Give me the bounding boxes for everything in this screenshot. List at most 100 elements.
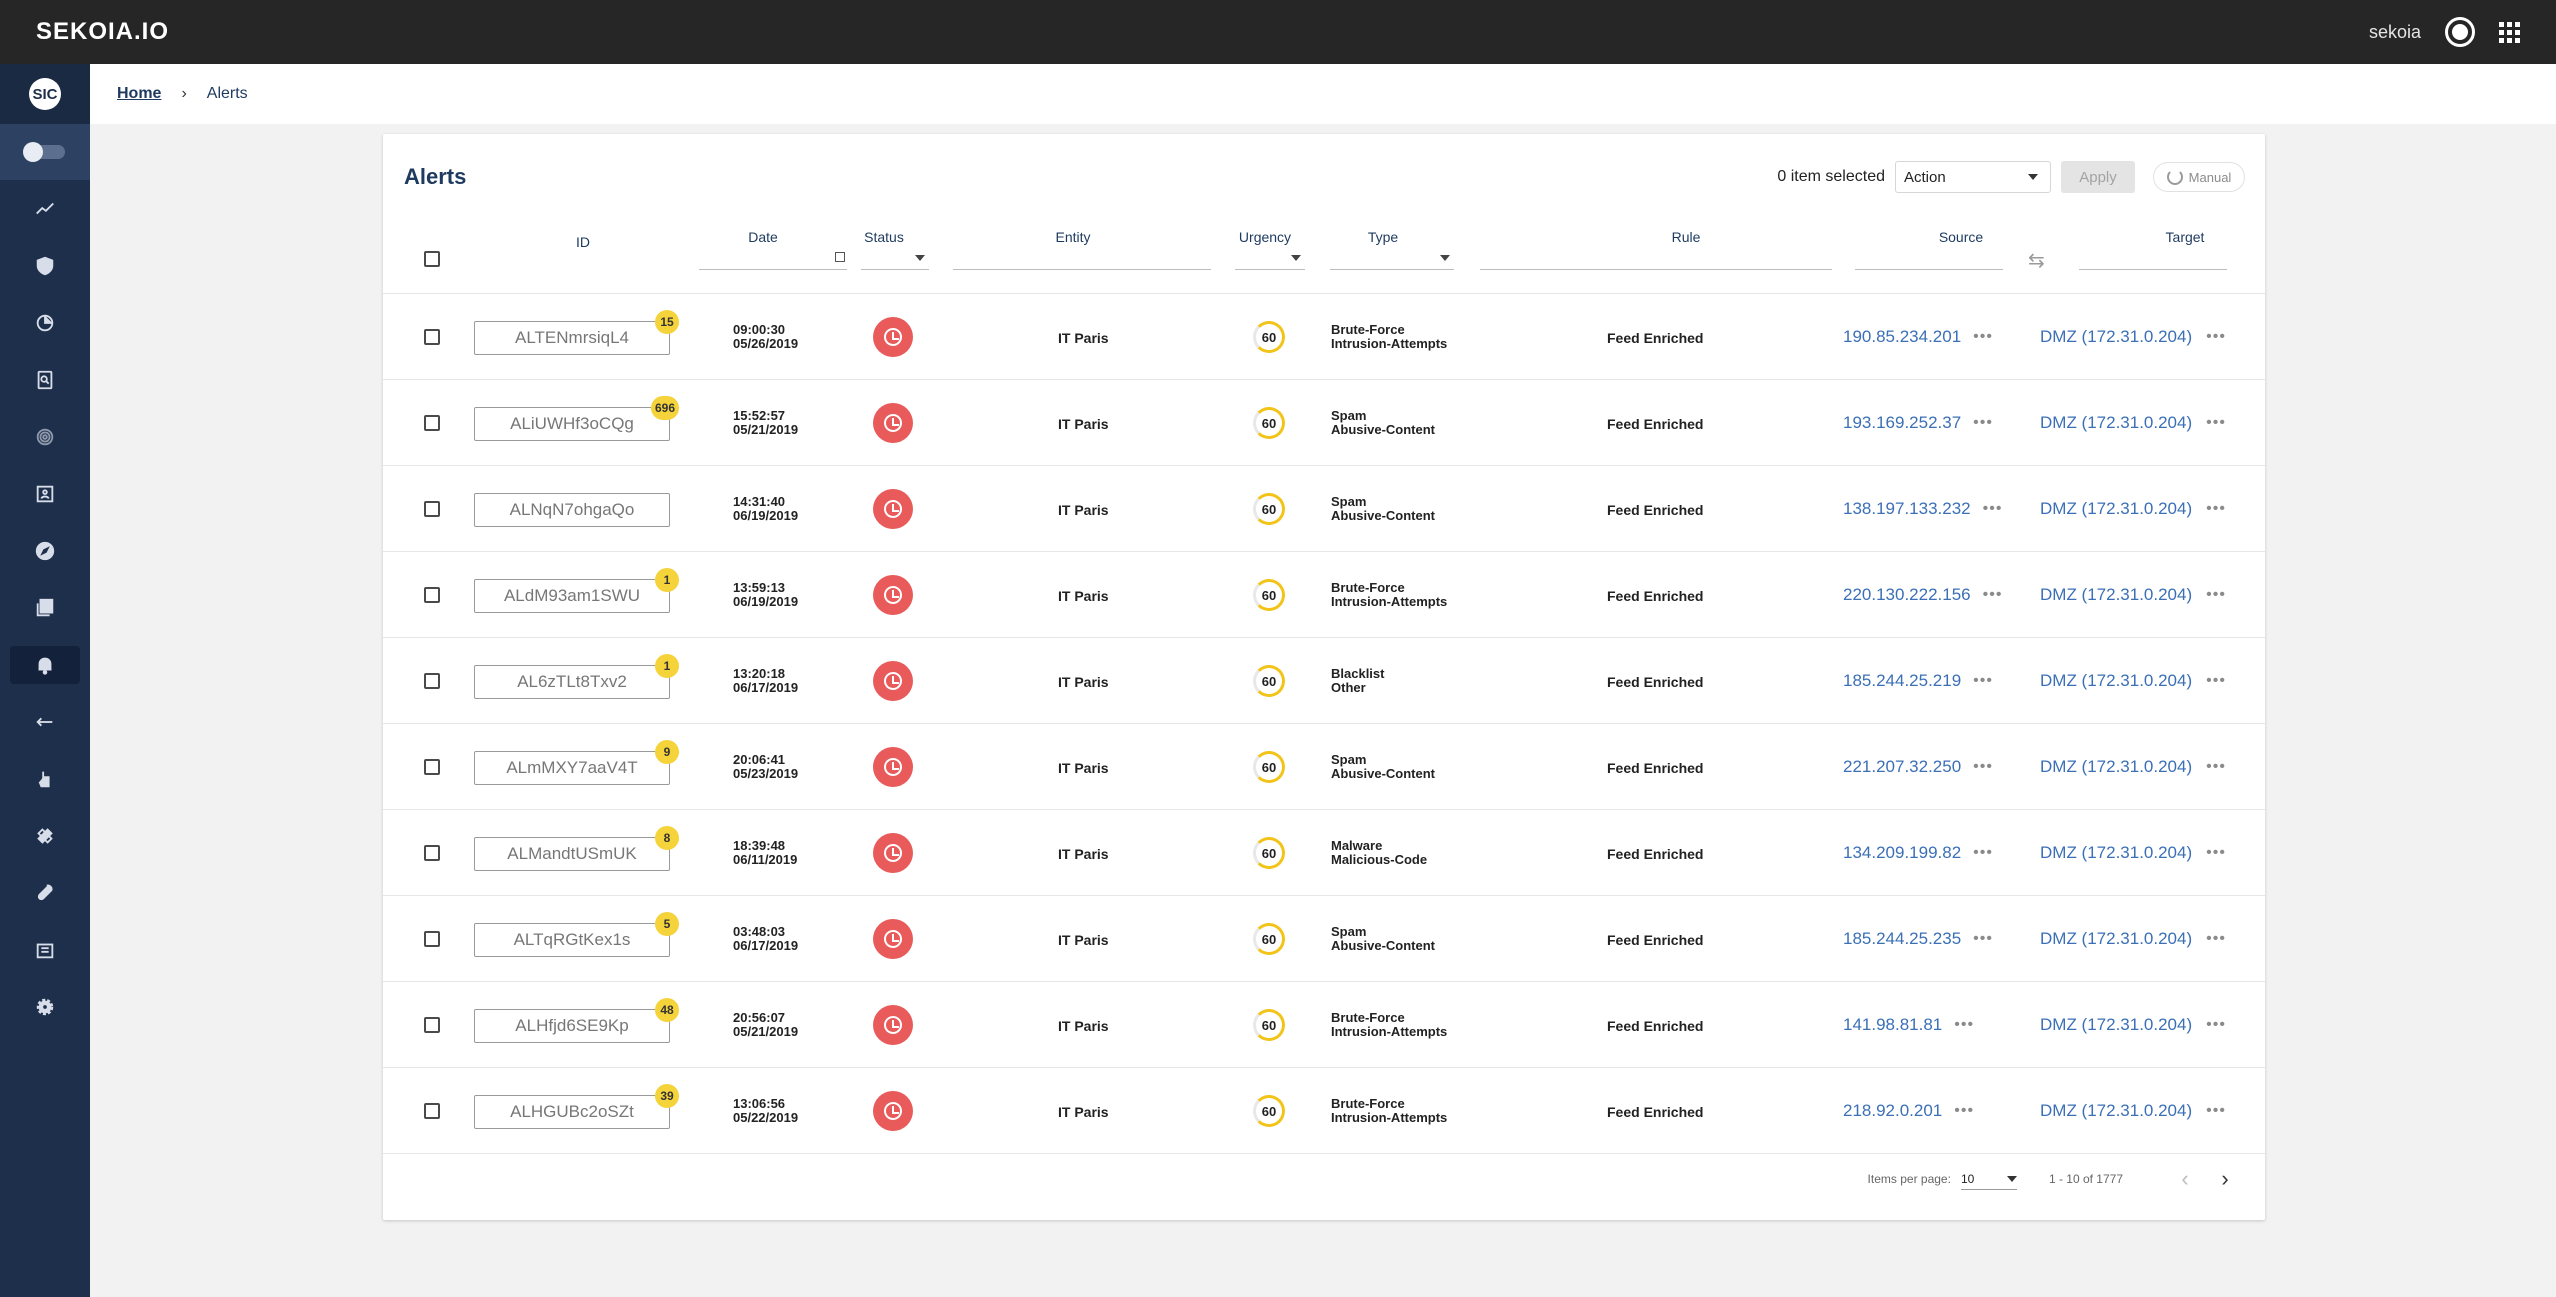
sidebar-item-investigate[interactable] xyxy=(0,351,90,408)
source-ip-link[interactable]: 193.169.252.37 xyxy=(1843,413,1961,433)
more-icon[interactable]: ••• xyxy=(1973,328,1993,346)
rule-filter[interactable] xyxy=(1480,246,1832,270)
alert-id-chip[interactable]: ALNqN7ohgaQo xyxy=(474,493,670,527)
column-header-urgency[interactable]: Urgency xyxy=(1225,229,1305,245)
more-icon[interactable]: ••• xyxy=(2206,930,2226,948)
target-link[interactable]: DMZ (172.31.0.204) xyxy=(2040,671,2192,691)
more-icon[interactable]: ••• xyxy=(2206,328,2226,346)
status-pending-icon[interactable] xyxy=(873,1091,913,1131)
target-link[interactable]: DMZ (172.31.0.204) xyxy=(2040,1015,2192,1035)
more-icon[interactable]: ••• xyxy=(1973,414,1993,432)
breadcrumb-home-link[interactable]: Home xyxy=(117,85,161,103)
target-link[interactable]: DMZ (172.31.0.204) xyxy=(2040,757,2192,777)
sidebar-item-assets[interactable] xyxy=(0,465,90,522)
sidebar-logo[interactable]: SIC xyxy=(0,64,90,124)
alert-id-chip[interactable]: ALTqRGtKex1s 5 xyxy=(474,912,679,957)
status-pending-icon[interactable] xyxy=(873,919,913,959)
urgency-filter[interactable] xyxy=(1235,246,1305,270)
table-row[interactable]: ALdM93am1SWU 1 13:59:13 06/19/2019 IT Pari… xyxy=(383,552,2265,638)
table-row[interactable]: ALHfjd6SE9Kp 48 20:56:07 05/21/2019 IT Par… xyxy=(383,982,2265,1068)
column-header-source[interactable]: Source xyxy=(1921,229,2001,245)
table-row[interactable]: ALHGUBc2oSZt 39 13:06:56 05/22/2019 IT Par… xyxy=(383,1068,2265,1154)
profile-icon[interactable] xyxy=(2445,17,2475,47)
source-ip-link[interactable]: 221.207.32.250 xyxy=(1843,757,1961,777)
table-row[interactable]: AL6zTLt8Txv2 1 13:20:18 06/17/2019 IT Pari… xyxy=(383,638,2265,724)
sidebar-toggle[interactable] xyxy=(0,124,90,180)
source-ip-link[interactable]: 185.244.25.235 xyxy=(1843,929,1961,949)
row-checkbox[interactable] xyxy=(424,501,440,517)
target-link[interactable]: DMZ (172.31.0.204) xyxy=(2040,413,2192,433)
more-icon[interactable]: ••• xyxy=(2206,672,2226,690)
alert-id-chip[interactable]: ALHGUBc2oSZt 39 xyxy=(474,1084,679,1129)
target-link[interactable]: DMZ (172.31.0.204) xyxy=(2040,1101,2192,1121)
previous-page-button[interactable]: ‹ xyxy=(2169,1166,2201,1192)
more-icon[interactable]: ••• xyxy=(2206,844,2226,862)
apply-button[interactable]: Apply xyxy=(2061,161,2135,193)
sidebar-item-alerts[interactable] xyxy=(0,636,90,693)
target-link[interactable]: DMZ (172.31.0.204) xyxy=(2040,327,2192,347)
alert-id-chip[interactable]: ALmMXY7aaV4T 9 xyxy=(474,740,679,785)
status-pending-icon[interactable] xyxy=(873,833,913,873)
more-icon[interactable]: ••• xyxy=(1973,844,1993,862)
target-filter[interactable] xyxy=(2079,246,2227,270)
column-header-id[interactable]: ID xyxy=(543,234,623,250)
table-row[interactable]: ALNqN7ohgaQo 14:31:40 06/19/2019 IT Paris… xyxy=(383,466,2265,552)
row-checkbox[interactable] xyxy=(424,931,440,947)
sidebar-item-analytics[interactable] xyxy=(0,294,90,351)
target-link[interactable]: DMZ (172.31.0.204) xyxy=(2040,843,2192,863)
sidebar-item-playbooks[interactable] xyxy=(0,750,90,807)
source-ip-link[interactable]: 185.244.25.219 xyxy=(1843,671,1961,691)
table-row[interactable]: ALiUWHf3oCQg 696 15:52:57 05/21/2019 IT Pa… xyxy=(383,380,2265,466)
sidebar-item-integrations[interactable] xyxy=(0,693,90,750)
row-checkbox[interactable] xyxy=(424,587,440,603)
row-checkbox[interactable] xyxy=(424,1017,440,1033)
status-pending-icon[interactable] xyxy=(873,317,913,357)
apps-grid-icon[interactable] xyxy=(2499,21,2520,43)
row-checkbox[interactable] xyxy=(424,1103,440,1119)
action-select[interactable]: Action xyxy=(1895,161,2051,193)
brand-logo[interactable]: SEKOIA.IO xyxy=(36,18,169,46)
more-icon[interactable]: ••• xyxy=(2206,414,2226,432)
manual-refresh-button[interactable]: Manual xyxy=(2153,162,2245,192)
swap-icon[interactable]: ⇆ xyxy=(2028,248,2045,273)
target-link[interactable]: DMZ (172.31.0.204) xyxy=(2040,929,2192,949)
table-row[interactable]: ALMandtUSmUK 8 18:39:48 06/11/2019 IT Pari… xyxy=(383,810,2265,896)
next-page-button[interactable]: › xyxy=(2209,1166,2241,1192)
table-row[interactable]: ALTqRGtKex1s 5 03:48:03 06/17/2019 IT Pari… xyxy=(383,896,2265,982)
sidebar-item-tools[interactable] xyxy=(0,864,90,921)
source-ip-link[interactable]: 218.92.0.201 xyxy=(1843,1101,1942,1121)
status-pending-icon[interactable] xyxy=(873,403,913,443)
row-checkbox[interactable] xyxy=(424,759,440,775)
alert-id-chip[interactable]: ALMandtUSmUK 8 xyxy=(474,826,679,871)
source-filter[interactable] xyxy=(1855,246,2003,270)
status-pending-icon[interactable] xyxy=(873,1005,913,1045)
sidebar-item-community[interactable] xyxy=(0,921,90,978)
more-icon[interactable]: ••• xyxy=(2206,1102,2226,1120)
column-header-entity[interactable]: Entity xyxy=(1033,229,1113,245)
source-ip-link[interactable]: 138.197.133.232 xyxy=(1843,499,1971,519)
row-checkbox[interactable] xyxy=(424,845,440,861)
type-filter[interactable] xyxy=(1330,246,1454,270)
more-icon[interactable]: ••• xyxy=(1983,500,2003,518)
status-pending-icon[interactable] xyxy=(873,575,913,615)
status-filter[interactable] xyxy=(861,246,929,270)
target-link[interactable]: DMZ (172.31.0.204) xyxy=(2040,585,2192,605)
more-icon[interactable]: ••• xyxy=(1983,586,2003,604)
source-ip-link[interactable]: 134.209.199.82 xyxy=(1843,843,1961,863)
date-filter[interactable] xyxy=(699,246,847,270)
sidebar-item-fingerprint[interactable] xyxy=(0,408,90,465)
alert-id-chip[interactable]: ALHfjd6SE9Kp 48 xyxy=(474,998,679,1043)
sidebar-item-explore[interactable] xyxy=(0,522,90,579)
more-icon[interactable]: ••• xyxy=(1973,930,1993,948)
table-row[interactable]: ALTENmrsiqL4 15 09:00:30 05/26/2019 IT Par… xyxy=(383,294,2265,380)
row-checkbox[interactable] xyxy=(424,673,440,689)
status-pending-icon[interactable] xyxy=(873,661,913,701)
more-icon[interactable]: ••• xyxy=(1954,1016,1974,1034)
row-checkbox[interactable] xyxy=(424,329,440,345)
entity-filter[interactable] xyxy=(953,246,1211,270)
source-ip-link[interactable]: 220.130.222.156 xyxy=(1843,585,1971,605)
column-header-status[interactable]: Status xyxy=(844,229,924,245)
more-icon[interactable]: ••• xyxy=(2206,1016,2226,1034)
sidebar-item-library[interactable] xyxy=(0,579,90,636)
sidebar-item-operations[interactable] xyxy=(0,807,90,864)
